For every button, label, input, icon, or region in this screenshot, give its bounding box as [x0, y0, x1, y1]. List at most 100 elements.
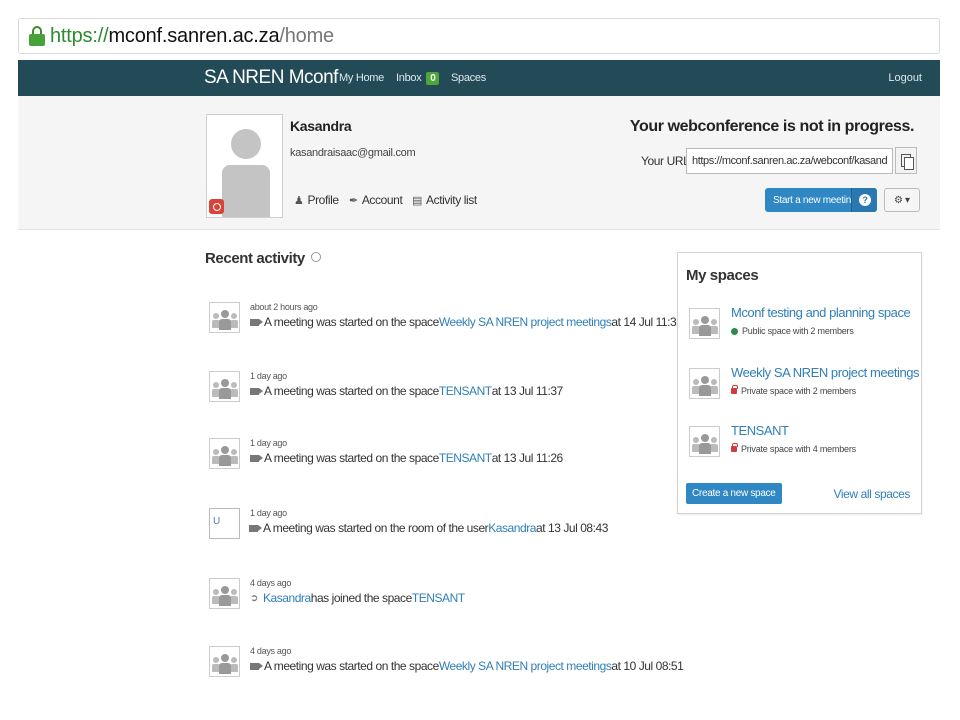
settings-dropdown-button[interactable]: ⚙ ▾ [884, 188, 920, 212]
space-thumbnail[interactable] [209, 302, 240, 333]
webconf-url-field[interactable] [686, 148, 893, 174]
space-link[interactable]: TENSANT [439, 451, 492, 465]
activity-text: A meeting was started on the room of the… [249, 521, 608, 535]
activity-item: about 2 hours ago A meeting was started … [209, 302, 683, 342]
activity-item: U 1 day ago A meeting was started on the… [209, 508, 649, 548]
activity-pre: A meeting was started on the space [264, 451, 439, 465]
activity-text: A meeting was started on the space Weekl… [250, 659, 684, 673]
help-icon: ? [859, 194, 871, 206]
profile-link[interactable]: ♟ Profile [294, 193, 339, 207]
space-link[interactable]: Weekly SA NREN project meetings [439, 315, 612, 329]
video-camera-icon [250, 662, 263, 670]
info-icon[interactable] [310, 252, 321, 262]
space-thumbnail[interactable] [689, 368, 720, 399]
activity-item: 4 days ago ➲ Kasandra has joined the spac… [209, 578, 649, 618]
video-camera-icon [249, 524, 262, 532]
activity-pre: A meeting was started on the space [264, 384, 439, 398]
copy-url-button[interactable] [895, 147, 917, 174]
space-description: Private space with 4 members [731, 443, 856, 454]
conference-status: Your webconference is not in progress. [629, 118, 915, 135]
space-desc-text: Private space with 2 members [741, 386, 856, 396]
activity-time: about 2 hours ago [250, 302, 318, 312]
space-name-link[interactable]: TENSANT [731, 423, 789, 438]
activity-time: 4 days ago [250, 646, 292, 656]
activity-time: 1 day ago [250, 371, 287, 381]
activity-list-link[interactable]: ▤ Activity list [412, 193, 477, 207]
activity-time: 1 day ago [250, 508, 287, 518]
start-meeting-button[interactable]: Start a new meeting? [765, 188, 877, 212]
recent-activity-title: Recent activity [205, 250, 321, 267]
space-thumbnail[interactable] [689, 308, 720, 339]
url-host: mconf.sanren.ac.za [108, 24, 280, 47]
activity-item: 4 days ago A meeting was started on the … [209, 646, 684, 686]
space-thumbnail[interactable] [209, 578, 240, 609]
space-thumbnail[interactable] [689, 426, 720, 457]
caret-down-icon: ▾ [904, 194, 910, 206]
account-link-label: Account [361, 193, 403, 207]
space-description: Private space with 2 members [731, 385, 856, 396]
user-icon: ♟ [294, 194, 304, 207]
space-desc-text: Public space with 2 members [742, 326, 854, 336]
user-link[interactable]: Kasandra [488, 521, 536, 535]
sign-in-icon: ➲ [250, 592, 258, 604]
lock-icon [29, 26, 45, 46]
account-link[interactable]: ✒ Account [349, 193, 403, 207]
gear-icon: ⚙ [894, 194, 903, 206]
activity-post: at 10 Jul 08:51 [611, 659, 684, 673]
space-list-item: Mconf testing and planning space Public … [689, 305, 919, 345]
video-camera-icon [250, 387, 263, 395]
top-navbar: SA NREN Mconf My Home Inbox 0 Spaces Log… [18, 60, 940, 96]
nav-inbox[interactable]: Inbox 0 [396, 72, 440, 85]
activity-link-label: Activity list [426, 193, 477, 207]
activity-post: at 14 Jul 11:32 [611, 315, 683, 329]
url-label: Your URL [641, 154, 690, 168]
user-link[interactable]: Kasandra [263, 591, 311, 605]
create-space-button[interactable]: Create a new space [686, 483, 782, 504]
space-desc-text: Private space with 4 members [741, 444, 856, 454]
my-spaces-panel: My spaces Mconf testing and planning spa… [677, 252, 922, 514]
activity-post: at 13 Jul 08:43 [536, 521, 608, 535]
view-all-spaces-link[interactable]: View all spaces [834, 487, 911, 501]
space-link[interactable]: TENSANT [439, 384, 492, 398]
padlock-icon [731, 443, 738, 452]
activity-pre: A meeting was started on the space [264, 315, 439, 329]
browser-url-bar[interactable]: https://mconf.sanren.ac.za/home [18, 18, 940, 54]
start-meeting-help[interactable]: ? [851, 188, 877, 212]
space-thumbnail[interactable] [209, 371, 240, 402]
padlock-icon [731, 385, 738, 394]
activity-text: A meeting was started on the space Weekl… [250, 315, 683, 329]
activity-item: 1 day ago A meeting was started on the s… [209, 438, 649, 478]
user-email: kasandraisaac@gmail.com [290, 147, 416, 159]
space-link[interactable]: TENSANT [412, 591, 465, 605]
space-link[interactable]: Weekly SA NREN project meetings [439, 659, 612, 673]
space-list-item: TENSANT Private space with 4 members [689, 423, 919, 463]
user-thumbnail[interactable]: U [209, 508, 240, 539]
space-description: Public space with 2 members [731, 326, 854, 336]
list-icon: ▤ [412, 194, 422, 207]
activity-text: ➲ Kasandra has joined the space TENSANT [250, 591, 465, 605]
mconf-badge-icon [209, 199, 224, 214]
activity-text: A meeting was started on the space TENSA… [250, 384, 563, 398]
profile-link-label: Profile [307, 193, 339, 207]
activity-pre: A meeting was started on the space [264, 659, 439, 673]
my-spaces-title: My spaces [686, 267, 759, 284]
url-path: /home [279, 24, 334, 47]
activity-item: 1 day ago A meeting was started on the s… [209, 371, 649, 411]
start-meeting-label: Start a new meeting [773, 194, 857, 206]
avatar[interactable] [206, 114, 283, 218]
logout-link[interactable]: Logout [888, 72, 922, 84]
space-thumbnail[interactable] [209, 646, 240, 677]
space-list-item: Weekly SA NREN project meetings Private … [689, 365, 920, 405]
brand-logo[interactable]: SA NREN Mconf [204, 67, 338, 89]
activity-text: A meeting was started on the space TENSA… [250, 451, 563, 465]
space-name-link[interactable]: Weekly SA NREN project meetings [731, 365, 920, 380]
space-thumbnail[interactable] [209, 438, 240, 469]
nav-spaces[interactable]: Spaces [451, 72, 486, 84]
url-text: https://mconf.sanren.ac.za/home [50, 25, 334, 48]
inbox-count-badge: 0 [426, 72, 440, 85]
space-name-link[interactable]: Mconf testing and planning space [731, 305, 911, 320]
nav-my-home[interactable]: My Home [339, 72, 384, 84]
video-camera-icon [250, 318, 263, 326]
nav-inbox-label: Inbox [396, 72, 422, 84]
activity-post: at 13 Jul 11:26 [491, 451, 564, 465]
